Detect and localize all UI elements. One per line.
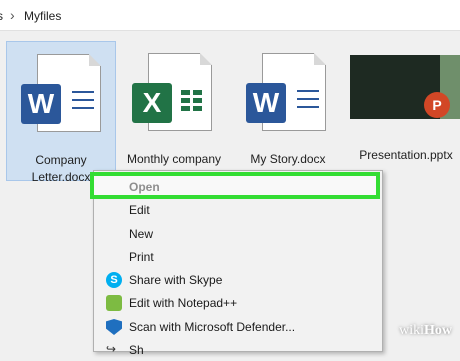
menu-item-edit[interactable]: Edit bbox=[94, 199, 382, 221]
wikihow-watermark: wikiHow bbox=[399, 323, 452, 338]
microsoft-defender-icon bbox=[106, 319, 122, 335]
menu-item-new[interactable]: New bbox=[94, 223, 382, 245]
notepad-plus-plus-icon bbox=[106, 295, 122, 311]
word-icon: W bbox=[21, 84, 61, 124]
open-highlight-box bbox=[90, 172, 380, 199]
breadcrumb-previous[interactable]: s bbox=[0, 9, 3, 23]
file-item-company-letter[interactable]: W Company Letter.docx bbox=[6, 41, 116, 184]
menu-item-edit-notepad[interactable]: Edit with Notepad++ bbox=[94, 292, 382, 314]
file-name: My Story.docx bbox=[250, 152, 326, 166]
share-icon: ↪ bbox=[106, 342, 117, 356]
address-bar[interactable]: s › Myfiles bbox=[0, 0, 460, 31]
word-icon: W bbox=[246, 83, 286, 123]
skype-icon: S bbox=[106, 272, 122, 288]
menu-item-scan-defender[interactable]: Scan with Microsoft Defender... bbox=[94, 316, 382, 338]
menu-item-share[interactable]: ↪ Sh bbox=[94, 339, 382, 361]
breadcrumb-current[interactable]: Myfiles bbox=[24, 9, 61, 23]
file-item-monthly-company[interactable]: X Monthly company bbox=[120, 41, 228, 179]
menu-item-share-skype[interactable]: S Share with Skype bbox=[94, 269, 382, 291]
excel-icon: X bbox=[132, 83, 172, 123]
powerpoint-icon: P bbox=[424, 92, 450, 118]
chevron-right-icon: › bbox=[10, 7, 15, 23]
file-item-my-story[interactable]: W My Story.docx bbox=[234, 41, 342, 179]
file-name[interactable]: Presentation.pptx bbox=[350, 147, 460, 164]
menu-item-print[interactable]: Print bbox=[94, 246, 382, 268]
